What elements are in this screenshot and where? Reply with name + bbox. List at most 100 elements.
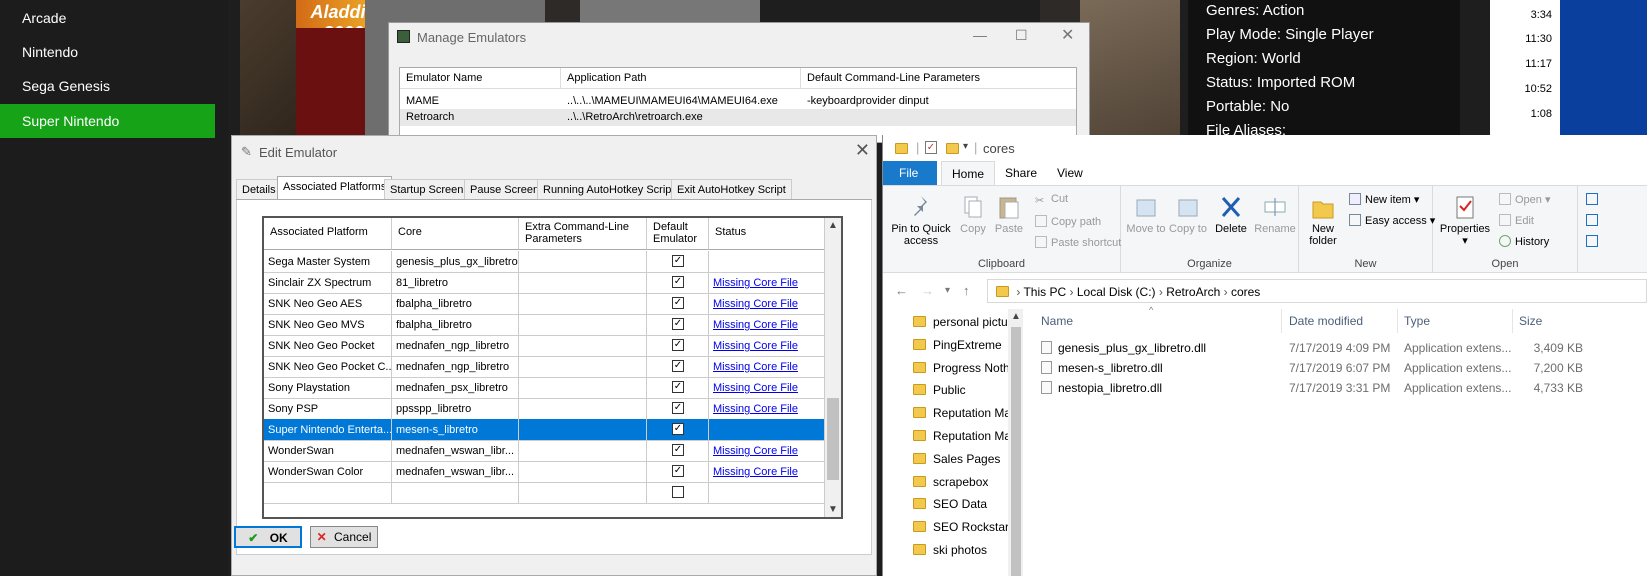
default-emulator-checkbox[interactable]: ✓ <box>672 444 684 456</box>
nav-folder-item[interactable]: Reputation Man <box>913 429 1018 451</box>
nav-folder-item[interactable]: Sales Pages <box>913 452 1000 474</box>
platform-cell[interactable] <box>264 482 392 504</box>
recent-locations-icon[interactable]: ▾ <box>945 285 950 296</box>
tab-file[interactable]: File <box>883 161 937 185</box>
copy-path-button[interactable]: Copy path <box>1035 215 1101 228</box>
nav-folder-item[interactable]: Reputation Man <box>913 406 1018 428</box>
column-header-date[interactable]: Date modified <box>1289 314 1363 328</box>
edit-button[interactable]: Edit <box>1499 214 1534 227</box>
tab-associated-platforms[interactable]: Associated Platforms <box>277 176 393 200</box>
scroll-down-icon[interactable]: ▼ <box>828 504 838 515</box>
tab-pause-screen[interactable]: Pause Screen <box>464 179 546 199</box>
nav-folder-item[interactable]: PingExtreme <box>913 338 1002 360</box>
platform-cell[interactable]: SNK Neo Geo Pocket C... <box>264 356 392 378</box>
column-header[interactable]: Application Path <box>567 72 647 84</box>
platform-cell[interactable]: Sega Master System <box>264 251 392 273</box>
nav-folder-item[interactable]: Progress Nothing <box>913 361 1023 383</box>
nav-folder-item[interactable]: Public <box>913 383 966 405</box>
missing-core-link[interactable]: Missing Core File <box>713 382 798 394</box>
params-cell[interactable] <box>519 272 647 294</box>
nav-folder-item[interactable]: SEO Data <box>913 497 987 519</box>
core-cell[interactable]: mednafen_ngp_libretro <box>392 356 519 378</box>
missing-core-link[interactable]: Missing Core File <box>713 319 798 331</box>
default-emulator-checkbox[interactable]: ✓ <box>672 318 684 330</box>
column-header-type[interactable]: Type <box>1404 314 1430 328</box>
new-item-button[interactable]: New item ▾ <box>1349 193 1419 206</box>
table-row[interactable]: Sony Playstation mednafen_psx_libretro ✓ Mi… <box>264 377 826 399</box>
params-cell[interactable] <box>519 398 647 420</box>
table-row[interactable]: SNK Neo Geo Pocket mednafen_ngp_libretro ✓… <box>264 335 826 357</box>
table-row[interactable]: Super Nintendo Enterta... mesen-s_libretr… <box>264 419 826 441</box>
params-cell[interactable] <box>519 251 647 273</box>
table-row[interactable]: SNK Neo Geo AES fbalpha_libretro ✓ Missing … <box>264 293 826 315</box>
platform-cell[interactable]: WonderSwan <box>264 440 392 462</box>
core-cell[interactable]: genesis_plus_gx_libretro <box>392 251 519 273</box>
cut-button[interactable]: ✂ Cut <box>1035 193 1068 207</box>
default-emulator-checkbox[interactable]: ✓ <box>672 360 684 372</box>
breadcrumb-this-pc[interactable]: This PC <box>1023 285 1066 299</box>
params-cell[interactable] <box>519 482 647 504</box>
column-header[interactable]: Status <box>709 218 826 250</box>
missing-core-link[interactable]: Missing Core File <box>713 340 798 352</box>
tab-startup-screen[interactable]: Startup Screen <box>384 179 470 199</box>
default-emulator-checkbox[interactable]: ✓ <box>672 339 684 351</box>
tab-view[interactable]: View <box>1047 161 1093 185</box>
core-cell[interactable]: 81_libretro <box>392 272 519 294</box>
column-header[interactable]: Core <box>392 218 519 250</box>
core-cell[interactable]: fbalpha_libretro <box>392 314 519 336</box>
copy-to-button[interactable]: Copy to <box>1167 194 1209 235</box>
platform-cell[interactable]: Sinclair ZX Spectrum <box>264 272 392 294</box>
missing-core-link[interactable]: Missing Core File <box>713 445 798 457</box>
tab-exit-autohotkey[interactable]: Exit AutoHotkey Script <box>671 179 792 199</box>
nav-folder-item[interactable]: ski photos <box>913 543 987 565</box>
scroll-up-icon[interactable]: ▲ <box>1011 311 1021 322</box>
params-cell[interactable] <box>519 440 647 462</box>
select-none-icon[interactable] <box>1586 214 1602 227</box>
core-cell[interactable]: mesen-s_libretro <box>392 419 519 441</box>
move-to-button[interactable]: Move to <box>1125 194 1167 235</box>
sidebar-item-sega-genesis[interactable]: Sega Genesis <box>0 69 215 103</box>
default-emulator-checkbox[interactable]: ✓ <box>672 297 684 309</box>
core-cell[interactable]: fbalpha_libretro <box>392 293 519 315</box>
breadcrumb-retroarch[interactable]: RetroArch <box>1166 285 1220 299</box>
table-row[interactable]: WonderSwan Color mednafen_wswan_libr... ✓ M… <box>264 461 826 483</box>
paste-button[interactable]: Paste <box>991 194 1027 235</box>
scroll-up-icon[interactable]: ▲ <box>828 220 838 231</box>
new-folder-icon[interactable] <box>946 143 959 154</box>
missing-core-link[interactable]: Missing Core File <box>713 403 798 415</box>
default-emulator-checkbox[interactable]: ✓ <box>672 255 684 267</box>
platform-cell[interactable]: WonderSwan Color <box>264 461 392 483</box>
table-row[interactable]: Sega Master System genesis_plus_gx_libret… <box>264 251 826 273</box>
properties-button[interactable]: Properties ▾ <box>1437 194 1493 247</box>
history-button[interactable]: History <box>1499 235 1549 248</box>
invert-selection-icon[interactable] <box>1586 235 1602 248</box>
cancel-button[interactable]: ✕ Cancel <box>310 526 378 548</box>
platform-cell[interactable]: Sony PSP <box>264 398 392 420</box>
core-cell[interactable]: ppsspp_libretro <box>392 398 519 420</box>
params-cell[interactable] <box>519 314 647 336</box>
tab-details[interactable]: Details <box>236 179 282 199</box>
file-row[interactable]: mesen-s_libretro.dll 7/17/2019 6:07 PM App… <box>1031 361 1631 381</box>
customize-toolbar-icon[interactable]: ▾ <box>963 141 968 152</box>
table-row[interactable] <box>264 482 826 504</box>
table-row[interactable] <box>400 109 1076 126</box>
breadcrumb[interactable]: › This PC › Local Disk (C:) › RetroArch … <box>987 279 1647 303</box>
core-cell[interactable]: mednafen_ngp_libretro <box>392 335 519 357</box>
params-cell[interactable] <box>519 461 647 483</box>
close-icon[interactable]: ✕ <box>855 140 870 161</box>
scrollbar-thumb[interactable] <box>827 398 839 480</box>
table-row[interactable]: Sony PSP ppsspp_libretro ✓ Missing Core Fil… <box>264 398 826 420</box>
column-header[interactable]: Extra Command-Line Parameters <box>519 218 647 250</box>
table-row[interactable]: SNK Neo Geo Pocket C... mednafen_ngp_libr… <box>264 356 826 378</box>
column-header[interactable]: Emulator Name <box>406 72 482 84</box>
nav-folder-item[interactable]: SEO Rockstars 20 <box>913 520 1023 542</box>
back-arrow-icon[interactable]: ← <box>895 283 908 298</box>
column-header-name[interactable]: Name <box>1041 314 1073 328</box>
default-emulator-checkbox[interactable]: ✓ <box>672 465 684 477</box>
up-arrow-icon[interactable]: ↑ <box>963 283 970 298</box>
nav-scrollbar[interactable]: ▲ <box>1008 309 1023 576</box>
sidebar-item-super-nintendo[interactable]: Super Nintendo <box>0 104 215 138</box>
file-row[interactable]: nestopia_libretro.dll 7/17/2019 3:31 PM Ap… <box>1031 381 1631 401</box>
core-cell[interactable]: mednafen_psx_libretro <box>392 377 519 399</box>
default-emulator-checkbox[interactable]: ✓ <box>672 276 684 288</box>
